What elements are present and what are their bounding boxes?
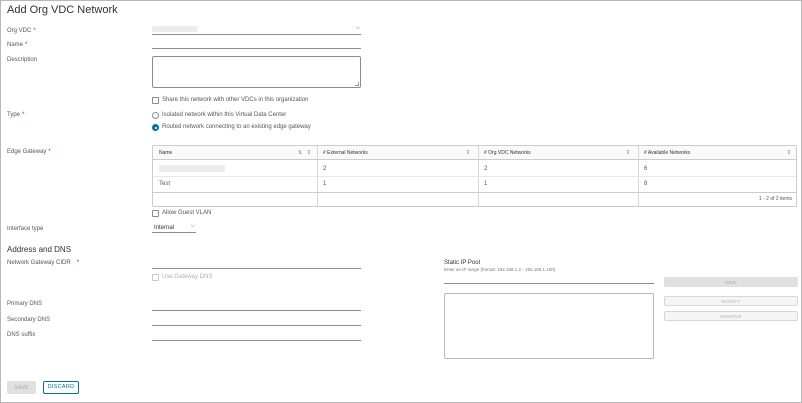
gateway-cidr-input[interactable] (152, 259, 361, 269)
primary-dns-input[interactable] (152, 301, 361, 311)
name-input[interactable] (152, 39, 361, 49)
static-ip-pool-label: Static IP Pool (444, 260, 480, 266)
filter-icon[interactable]: ⊽ (466, 150, 470, 156)
secondary-dns-label: Secondary DNS (7, 317, 51, 323)
row-name-redacted (159, 165, 225, 172)
cell-org-vdc-networks: 1 (484, 181, 488, 187)
org-vdc-select[interactable]: ⌵ (152, 25, 361, 35)
gateway-cidr-underline (152, 268, 361, 269)
filter-icon[interactable]: ⊽ (787, 150, 791, 156)
column-header-org-vdc-networks[interactable]: # Org VDC Networks (484, 150, 531, 156)
discard-button[interactable]: DISCARD (43, 381, 79, 394)
use-gateway-dns-label: Use Gateway DNS (162, 274, 213, 280)
org-vdc-label-text: Org VDC (7, 28, 32, 34)
cell-org-vdc-networks: 2 (484, 166, 488, 172)
chevron-down-icon: ⌵ (190, 223, 195, 229)
gateway-cidr-label-text: Network Gateway CIDR (7, 260, 71, 266)
remove-ip-range-button[interactable]: REMOVE (664, 311, 798, 321)
allow-guest-vlan-label: Allow Guest VLAN (162, 210, 212, 216)
filter-icon[interactable]: ⊽ (626, 150, 630, 156)
static-ip-range-underline (444, 283, 654, 284)
save-button[interactable]: SAVE (7, 381, 36, 394)
cell-available-networks: 8 (644, 181, 648, 187)
filter-icon[interactable]: ⊽ (307, 150, 311, 156)
cell-name: Test (159, 181, 171, 187)
chevron-down-icon: ⌵ (355, 25, 360, 31)
primary-dns-underline (152, 310, 361, 311)
name-label: Name * (7, 42, 27, 48)
type-label: Type * (7, 112, 24, 118)
gateway-cidr-label: Network Gateway CIDR * (7, 260, 79, 266)
type-radio-routed[interactable] (152, 124, 159, 131)
modify-ip-range-button[interactable]: MODIFY (664, 296, 798, 306)
footer-divider (153, 192, 796, 193)
edge-gateway-label: Edge Gateway * (7, 149, 51, 155)
required-mark: * (48, 149, 51, 155)
interface-type-value: Internal (154, 225, 175, 231)
cell-available-networks: 6 (644, 166, 648, 172)
required-mark: * (33, 28, 36, 34)
static-ip-range-input[interactable] (444, 274, 654, 284)
required-mark: * (22, 112, 25, 118)
dns-suffix-label: DNS suffix (7, 332, 36, 338)
interface-type-underline (152, 232, 196, 233)
type-option-routed-label: Routed network connecting to an existing… (162, 124, 311, 130)
name-underline (152, 48, 361, 49)
column-header-name[interactable]: Name (159, 150, 172, 156)
required-mark: * (76, 260, 80, 266)
edge-gateway-datagrid: Name ⇅ ⊽ # External Networks ⊽ # Org VDC… (152, 145, 797, 207)
interface-type-label: Interface type (7, 226, 44, 232)
secondary-dns-input[interactable] (152, 316, 361, 326)
table-row[interactable]: Test 1 1 8 (153, 177, 796, 192)
resize-handle-icon[interactable] (355, 82, 359, 86)
share-checkbox-label: Share this network with other VDCs in th… (162, 97, 309, 103)
share-checkbox[interactable] (152, 97, 159, 104)
type-option-isolated-label: Isolated network within this Virtual Dat… (162, 112, 287, 118)
type-label-text: Type (7, 112, 21, 118)
sort-icon[interactable]: ⇅ (298, 150, 302, 156)
org-vdc-selected-value-redacted (152, 26, 198, 32)
description-textarea[interactable] (152, 56, 361, 88)
type-radio-isolated[interactable] (152, 112, 159, 119)
name-label-text: Name (7, 42, 24, 48)
cell-external-networks: 1 (323, 181, 327, 187)
column-header-available-networks[interactable]: # Available Networks (644, 150, 690, 156)
pagination-summary: 1 - 2 of 2 items (758, 196, 792, 202)
dns-suffix-input[interactable] (152, 331, 361, 341)
use-gateway-dns-checkbox[interactable] (152, 274, 159, 281)
org-vdc-underline (152, 34, 361, 35)
org-vdc-label: Org VDC * (7, 28, 36, 34)
new-ip-range-button[interactable]: NEW (664, 277, 798, 287)
primary-dns-label: Primary DNS (7, 301, 43, 307)
table-row[interactable]: 2 2 6 (153, 161, 796, 176)
required-mark: * (25, 42, 28, 48)
column-header-external-networks[interactable]: # External Networks (323, 150, 368, 156)
allow-guest-vlan-checkbox[interactable] (152, 210, 159, 217)
dns-suffix-underline (152, 340, 361, 341)
cell-external-networks: 2 (323, 166, 327, 172)
edge-gateway-label-text: Edge Gateway (7, 149, 47, 155)
address-dns-section-title: Address and DNS (7, 245, 72, 254)
page-title: Add Org VDC Network (7, 4, 118, 16)
interface-type-select[interactable]: Internal ⌵ (152, 223, 196, 233)
static-ip-pool-hint: Enter an IP range (format: 192.168.1.2 -… (444, 267, 556, 272)
secondary-dns-underline (152, 325, 361, 326)
add-org-vdc-network-dialog: Add Org VDC Network Org VDC * ⌵ Name * Des… (0, 0, 802, 403)
static-ip-pool-list[interactable] (444, 293, 654, 359)
description-label: Description (7, 57, 38, 63)
datagrid-header (153, 146, 796, 160)
